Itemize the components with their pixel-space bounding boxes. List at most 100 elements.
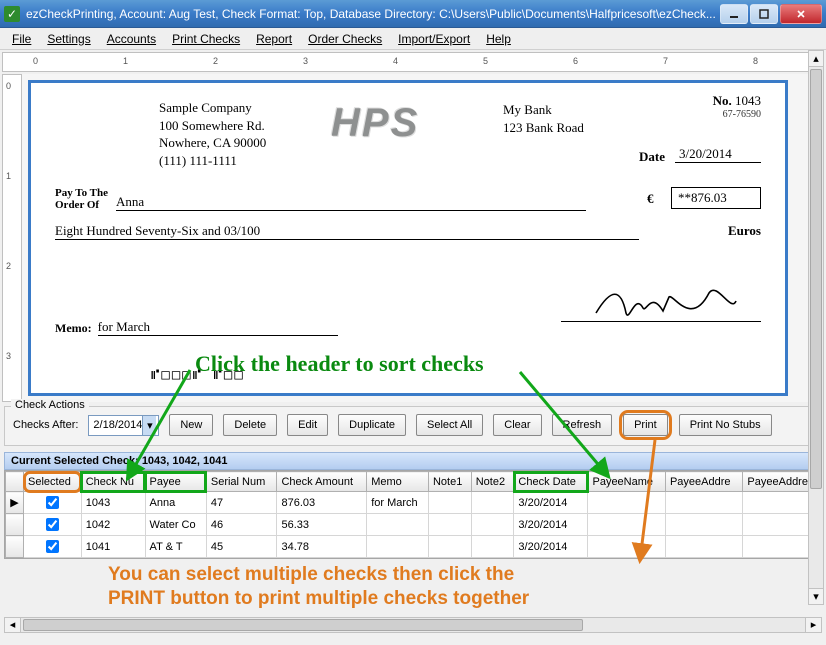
menu-help[interactable]: Help bbox=[478, 30, 519, 48]
cell-serial: 47 bbox=[206, 492, 277, 514]
col-serial-num[interactable]: Serial Num bbox=[206, 472, 277, 492]
cell-date: 3/20/2014 bbox=[514, 536, 588, 558]
cell-serial: 46 bbox=[206, 514, 277, 536]
amount-words: Eight Hundred Seventy-Six and 03/100 bbox=[55, 223, 639, 240]
duplicate-button[interactable]: Duplicate bbox=[338, 414, 406, 436]
cell-payee-addr1 bbox=[665, 492, 742, 514]
cell-selected[interactable] bbox=[24, 514, 82, 536]
table-row[interactable]: ▶1043Anna47876.03for March3/20/2014 bbox=[6, 492, 821, 514]
row-indicator: ▶ bbox=[6, 492, 24, 514]
row-checkbox[interactable] bbox=[46, 518, 59, 531]
scrollbar-thumb-h[interactable] bbox=[23, 619, 583, 631]
print-button[interactable]: Print bbox=[623, 414, 668, 436]
checks-grid[interactable]: Selected Check Nu Payee Serial Num Check… bbox=[4, 470, 822, 559]
menu-print-checks[interactable]: Print Checks bbox=[164, 30, 248, 48]
cell-note1 bbox=[428, 492, 471, 514]
select-all-button[interactable]: Select All bbox=[416, 414, 483, 436]
col-memo[interactable]: Memo bbox=[367, 472, 429, 492]
menu-order-checks[interactable]: Order Checks bbox=[300, 30, 390, 48]
cell-payee-addr1 bbox=[665, 514, 742, 536]
menu-report[interactable]: Report bbox=[248, 30, 300, 48]
menu-import-export[interactable]: Import/Export bbox=[390, 30, 478, 48]
col-check-amount[interactable]: Check Amount bbox=[277, 472, 367, 492]
annotation-multi-hint: You can select multiple checks then clic… bbox=[100, 559, 826, 615]
cell-note1 bbox=[428, 514, 471, 536]
close-button[interactable] bbox=[780, 4, 822, 24]
pay-to-label-2: Order Of bbox=[55, 199, 108, 211]
signature-line bbox=[561, 321, 761, 322]
check-actions-group: Check Actions Checks After: 2/18/2014 ▾ … bbox=[4, 406, 822, 446]
checks-after-value: 2/18/2014 bbox=[93, 419, 142, 431]
cell-amount: 876.03 bbox=[277, 492, 367, 514]
refresh-button[interactable]: Refresh bbox=[552, 414, 613, 436]
cell-payee: Anna bbox=[145, 492, 206, 514]
col-check-nu[interactable]: Check Nu bbox=[81, 472, 145, 492]
checks-after-label: Checks After: bbox=[13, 419, 78, 431]
row-checkbox[interactable] bbox=[46, 540, 59, 553]
cell-payee: AT & T bbox=[145, 536, 206, 558]
cell-selected[interactable] bbox=[24, 536, 82, 558]
col-note2[interactable]: Note2 bbox=[471, 472, 514, 492]
cell-serial: 45 bbox=[206, 536, 277, 558]
vertical-scrollbar[interactable]: ▴ ▾ bbox=[808, 50, 824, 605]
cell-check-nu: 1042 bbox=[81, 514, 145, 536]
menu-settings[interactable]: Settings bbox=[39, 30, 98, 48]
cell-payee-addr1 bbox=[665, 536, 742, 558]
routing-small: 67-76590 bbox=[713, 109, 761, 120]
delete-button[interactable]: Delete bbox=[223, 414, 277, 436]
title-bar: ezCheckPrinting, Account: Aug Test, Chec… bbox=[0, 0, 826, 28]
company-phone: (111) 111-1111 bbox=[159, 152, 266, 170]
col-check-date[interactable]: Check Date bbox=[514, 472, 588, 492]
clear-button[interactable]: Clear bbox=[493, 414, 541, 436]
currency-symbol: € bbox=[647, 191, 654, 207]
bank-name: My Bank bbox=[503, 101, 584, 119]
col-payee-addr1[interactable]: PayeeAddre bbox=[665, 472, 742, 492]
current-selection-bar: Current Selected Check: 1043, 1042, 1041 bbox=[4, 452, 822, 470]
print-no-stubs-button[interactable]: Print No Stubs bbox=[679, 414, 772, 436]
cell-payee: Water Co bbox=[145, 514, 206, 536]
scroll-left-icon[interactable]: ◂ bbox=[5, 618, 21, 632]
scroll-down-icon[interactable]: ▾ bbox=[809, 588, 823, 604]
company-addr1: 100 Somewhere Rd. bbox=[159, 117, 266, 135]
cell-note2 bbox=[471, 536, 514, 558]
app-icon bbox=[4, 6, 20, 22]
watermark-logo: HPS bbox=[331, 101, 419, 146]
cell-date: 3/20/2014 bbox=[514, 492, 588, 514]
col-selected[interactable]: Selected bbox=[24, 472, 82, 492]
col-payee[interactable]: Payee bbox=[145, 472, 206, 492]
payee-name: Anna bbox=[116, 194, 586, 211]
horizontal-scrollbar[interactable]: ◂ ▸ bbox=[4, 617, 822, 633]
table-row[interactable]: 1042Water Co4656.333/20/2014 bbox=[6, 514, 821, 536]
menu-accounts[interactable]: Accounts bbox=[99, 30, 164, 48]
horizontal-ruler: 0 1 2 3 4 5 6 7 8 bbox=[2, 52, 824, 72]
annotation-sort-hint: Click the header to sort checks bbox=[195, 351, 484, 377]
cell-selected[interactable] bbox=[24, 492, 82, 514]
cell-note1 bbox=[428, 536, 471, 558]
new-button[interactable]: New bbox=[169, 414, 213, 436]
minimize-button[interactable] bbox=[720, 4, 748, 24]
edit-button[interactable]: Edit bbox=[287, 414, 328, 436]
col-payee-name[interactable]: PayeeName bbox=[588, 472, 665, 492]
scrollbar-thumb-v[interactable] bbox=[810, 69, 822, 489]
table-row[interactable]: 1041AT & T4534.783/20/2014 bbox=[6, 536, 821, 558]
check-no-label: No. bbox=[713, 93, 732, 108]
cell-date: 3/20/2014 bbox=[514, 514, 588, 536]
menu-file[interactable]: File bbox=[4, 30, 39, 48]
memo-value: for March bbox=[98, 319, 338, 336]
cell-memo bbox=[367, 536, 429, 558]
cell-check-nu: 1043 bbox=[81, 492, 145, 514]
check-no-value: 1043 bbox=[735, 93, 761, 108]
row-checkbox[interactable] bbox=[46, 496, 59, 509]
cell-payee-name bbox=[588, 492, 665, 514]
scroll-right-icon[interactable]: ▸ bbox=[805, 618, 821, 632]
maximize-button[interactable] bbox=[750, 4, 778, 24]
checks-after-datepicker[interactable]: 2/18/2014 ▾ bbox=[88, 415, 159, 436]
row-indicator bbox=[6, 536, 24, 558]
col-note1[interactable]: Note1 bbox=[428, 472, 471, 492]
row-header-blank bbox=[6, 472, 24, 492]
chevron-down-icon[interactable]: ▾ bbox=[142, 416, 156, 435]
cell-note2 bbox=[471, 492, 514, 514]
scroll-up-icon[interactable]: ▴ bbox=[809, 51, 823, 67]
memo-label: Memo: bbox=[55, 321, 92, 336]
cell-check-nu: 1041 bbox=[81, 536, 145, 558]
